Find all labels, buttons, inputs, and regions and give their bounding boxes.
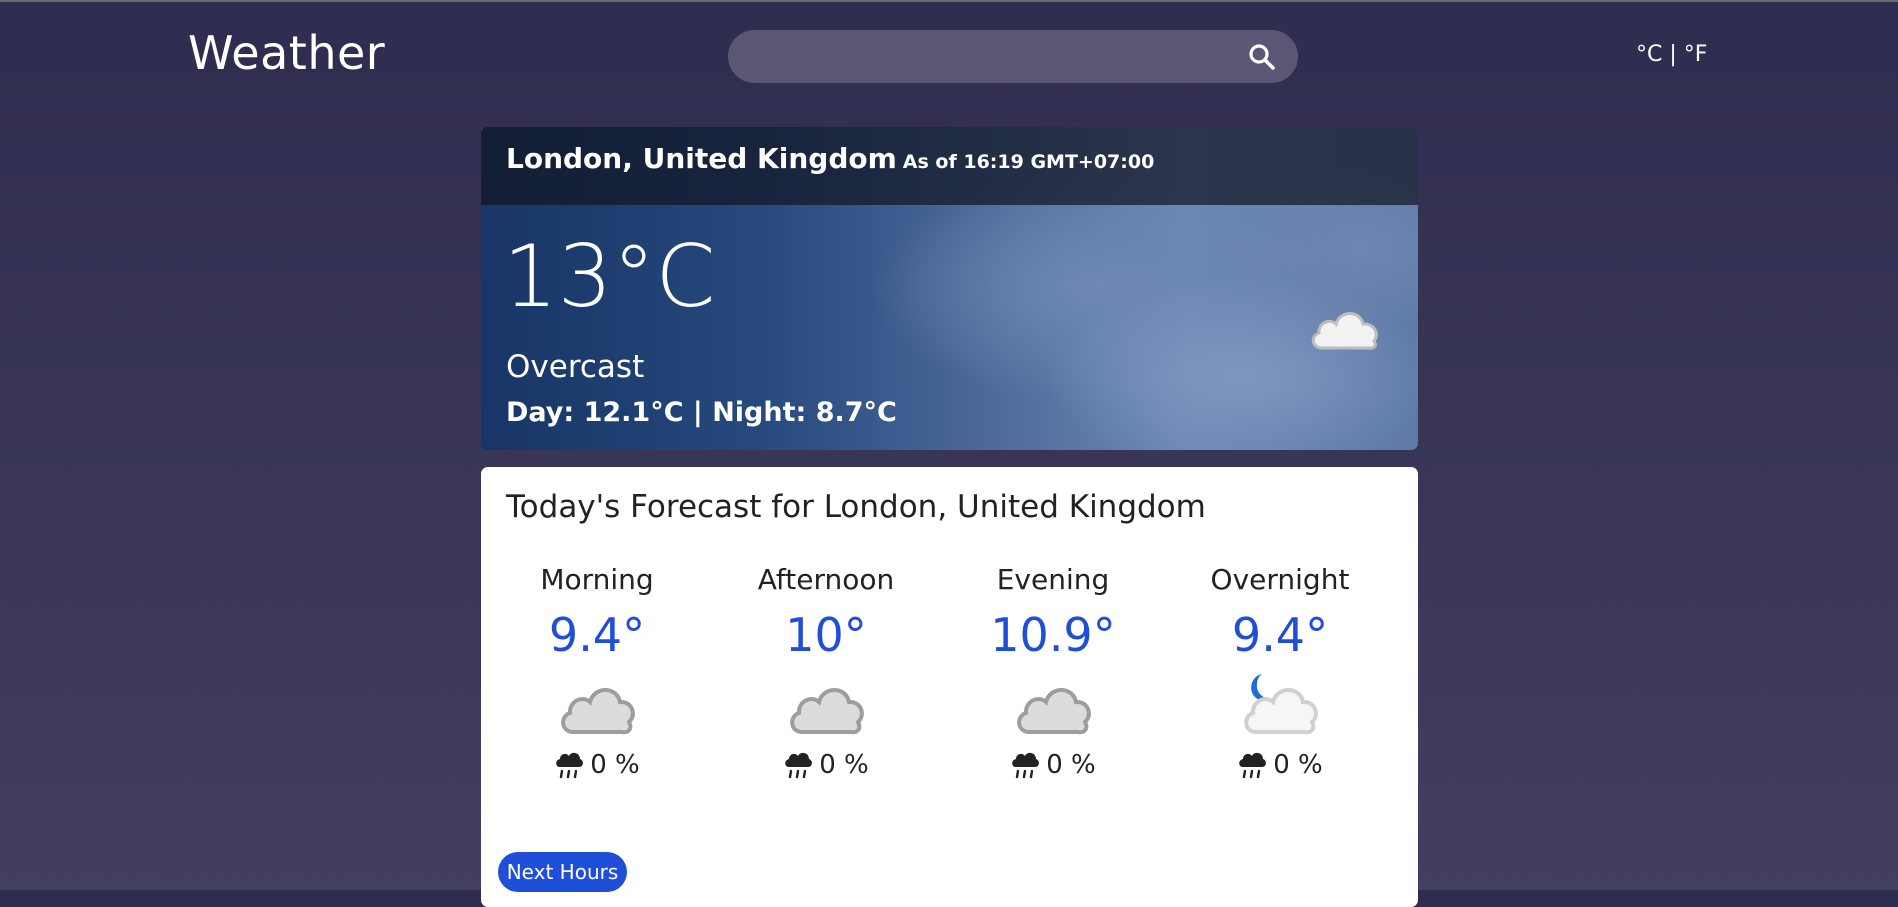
rain-cloud-icon [1239,752,1267,779]
rain-cloud-icon [556,752,584,779]
as-of-time: As of 16:19 GMT+07:00 [902,151,1155,173]
period-temperature: 10° [785,608,867,662]
location-heading: London, United Kingdom As of 16:19 GMT+07… [506,142,1154,175]
period-label: Overnight [1210,563,1350,596]
forecast-title: Today's Forecast for London, United King… [506,489,1206,525]
moon-cloud-icon [1244,674,1318,735]
current-temperature: 13°C [503,227,716,327]
precipitation-chance: 0 % [963,750,1143,780]
period-temperature: 9.4° [548,608,646,662]
period-weather-icon [1240,670,1320,742]
period-label: Afternoon [757,563,895,596]
rain-cloud-icon [785,752,813,779]
day-night-temps: Day: 12.1°C | Night: 8.7°C [506,397,897,428]
precipitation-chance: 0 % [736,750,916,780]
precipitation-value: 0 % [1046,750,1096,780]
forecast-period-evening: Evening 10.9° 0 % [963,563,1143,780]
search-input[interactable] [748,38,1232,76]
precipitation-value: 0 % [819,750,869,780]
search-bar[interactable] [728,30,1298,83]
period-temperature: 9.4° [1231,608,1329,662]
next-hours-button[interactable]: Next Hours [498,852,627,892]
cloud-icon [1017,688,1091,735]
period-weather-icon [786,670,866,742]
top-border [0,0,1898,2]
period-label: Morning [540,563,654,596]
app-title: Weather [188,26,386,80]
period-label: Evening [996,563,1110,596]
unit-toggle[interactable]: °C | °F [1636,42,1707,67]
cloud-icon [790,688,864,735]
forecast-card: Today's Forecast for London, United King… [481,467,1418,907]
forecast-period-overnight: Overnight 9.4° 0 % [1190,563,1370,780]
precipitation-chance: 0 % [507,750,687,780]
cloud-icon [1311,312,1378,350]
current-condition: Overcast [506,349,645,385]
forecast-period-afternoon: Afternoon 10° 0 % [736,563,916,780]
current-weather-header: London, United Kingdom As of 16:19 GMT+07… [481,127,1418,205]
cloud-icon [561,688,635,735]
period-temperature: 10.9° [990,608,1116,662]
search-icon [1249,44,1275,70]
precipitation-value: 0 % [1273,750,1323,780]
precipitation-chance: 0 % [1190,750,1370,780]
search-button[interactable] [1248,43,1276,71]
precipitation-value: 0 % [590,750,640,780]
forecast-period-morning: Morning 9.4° 0 % [507,563,687,780]
location-name: London, United Kingdom [506,142,897,175]
current-weather-card: London, United Kingdom As of 16:19 GMT+07… [481,127,1418,450]
period-weather-icon [1013,670,1093,742]
period-weather-icon [557,670,637,742]
rain-cloud-icon [1012,752,1040,779]
